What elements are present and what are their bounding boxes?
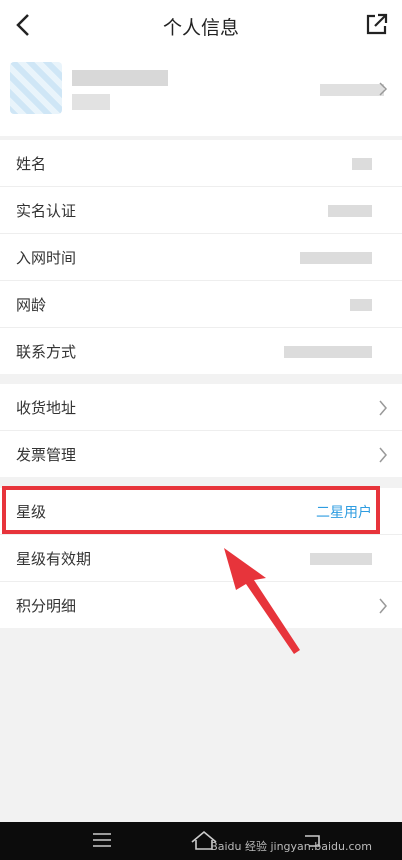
chevron-right-icon — [379, 447, 387, 463]
blurred-value — [300, 252, 372, 264]
row-label: 联系方式 — [16, 343, 77, 361]
row-label: 姓名 — [16, 155, 47, 173]
blurred-value — [352, 158, 372, 170]
menu-icon[interactable] — [93, 833, 111, 847]
watermark: Baidu 经验 jingyan.baidu.com — [210, 840, 372, 853]
system-nav-bar: Baidu 经验 jingyan.baidu.com — [0, 822, 402, 860]
chevron-right-icon — [379, 400, 387, 416]
blurred-name — [72, 70, 168, 86]
row-label: 发票管理 — [16, 446, 77, 464]
row-label: 实名认证 — [16, 202, 77, 220]
top-bar: 个人信息 — [0, 0, 402, 50]
row-invoice-management[interactable]: 发票管理 — [0, 431, 402, 477]
row-shipping-address[interactable]: 收货地址 — [0, 384, 402, 431]
row-label: 星级有效期 — [16, 550, 92, 568]
profile-card[interactable] — [0, 50, 402, 136]
page-title: 个人信息 — [162, 17, 239, 39]
chevron-right-icon — [379, 82, 388, 96]
star-level-value: 二星用户 — [316, 505, 372, 521]
row-contact: 联系方式 — [0, 328, 402, 374]
address-section: 收货地址 发票管理 — [0, 384, 402, 477]
row-label: 入网时间 — [16, 249, 77, 267]
avatar — [10, 62, 62, 114]
annotation-arrow-icon — [224, 548, 300, 654]
blurred-detail — [320, 84, 384, 96]
row-star-level[interactable]: 星级 二星用户 — [0, 488, 402, 535]
share-icon[interactable] — [366, 13, 388, 35]
row-label: 网龄 — [16, 296, 47, 314]
row-label: 收货地址 — [16, 399, 77, 417]
blurred-value — [350, 299, 372, 311]
blurred-phone — [72, 94, 110, 110]
row-join-date: 入网时间 — [0, 234, 402, 281]
row-network-age: 网龄 — [0, 281, 402, 328]
row-realname-auth: 实名认证 — [0, 187, 402, 234]
blurred-value — [284, 346, 372, 358]
info-section: 姓名 实名认证 入网时间 网龄 联系方式 — [0, 140, 402, 374]
row-name: 姓名 — [0, 140, 402, 187]
blurred-value — [328, 205, 372, 217]
row-label: 星级 — [16, 503, 47, 521]
row-label: 积分明细 — [16, 597, 77, 615]
chevron-right-icon — [379, 598, 387, 614]
